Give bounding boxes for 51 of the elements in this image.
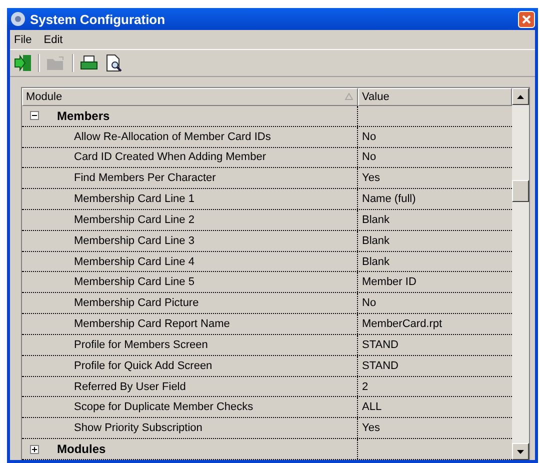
expand-icon[interactable]	[30, 444, 39, 454]
scroll-down-button[interactable]	[512, 443, 529, 460]
property-value[interactable]: No	[358, 126, 512, 146]
collapse-icon[interactable]	[30, 111, 39, 120]
property-name: Profile for Members Screen	[22, 334, 358, 355]
column-header[interactable]: Value	[358, 88, 512, 106]
property-name: Profile for Quick Add Screen	[22, 356, 358, 376]
property-value[interactable]: MemberCard.rpt	[358, 314, 512, 334]
menu-item[interactable]: Edit	[44, 34, 63, 46]
preview-button[interactable]	[104, 52, 124, 74]
property-name: Membership Card Report Name	[22, 314, 358, 334]
up-arrow-icon	[517, 94, 524, 98]
property-name: Membership Card Line 5	[22, 272, 358, 292]
property-value[interactable]: No	[358, 293, 512, 314]
property-name: Membership Card Line 3	[22, 230, 358, 251]
vertical-scrollbar[interactable]	[512, 88, 529, 460]
property-value[interactable]: STAND	[358, 356, 512, 376]
property-value[interactable]: Yes	[358, 418, 512, 438]
property-name: Membership Card Line 1	[22, 189, 358, 209]
property-name: Membership Card Line 2	[22, 210, 358, 230]
group-label: Members	[57, 108, 110, 123]
property-name: Find Members Per Character	[22, 168, 358, 188]
property-value[interactable]: Blank	[358, 210, 512, 230]
property-name: Scope for Duplicate Member Checks	[22, 397, 358, 418]
sort-icon	[345, 93, 353, 100]
property-value[interactable]: Blank	[358, 230, 512, 251]
property-value[interactable]: STAND	[358, 334, 512, 355]
property-name: Card ID Created When Adding Member	[22, 148, 358, 168]
column-header[interactable]: Module	[22, 88, 358, 106]
window-title: System Configuration	[30, 12, 166, 26]
property-value[interactable]: Yes	[358, 168, 512, 188]
property-name: Allow Re-Allocation of Member Card IDs	[22, 126, 358, 146]
down-arrow-icon	[517, 450, 524, 454]
scroll-thumb[interactable]	[512, 180, 529, 202]
property-value[interactable]: Blank	[358, 252, 512, 272]
close-button[interactable]	[518, 10, 535, 28]
property-name: Membership Card Line 4	[22, 252, 358, 272]
property-name: Show Priority Subscription	[22, 418, 358, 438]
menu-item[interactable]: File	[14, 34, 32, 46]
exit-button[interactable]	[12, 52, 34, 74]
property-value[interactable]: Member ID	[358, 272, 512, 292]
group-label: Modules	[57, 442, 106, 456]
property-name: Referred By User Field	[22, 376, 358, 396]
property-value[interactable]: Name (full)	[358, 189, 512, 209]
scroll-up-button[interactable]	[512, 88, 529, 105]
property-value[interactable]: No	[358, 148, 512, 168]
app-icon	[10, 11, 26, 27]
property-value[interactable]: ALL	[358, 397, 512, 418]
close-icon	[522, 14, 531, 24]
property-value[interactable]: 2	[358, 376, 512, 396]
property-name: Membership Card Picture	[22, 293, 358, 314]
